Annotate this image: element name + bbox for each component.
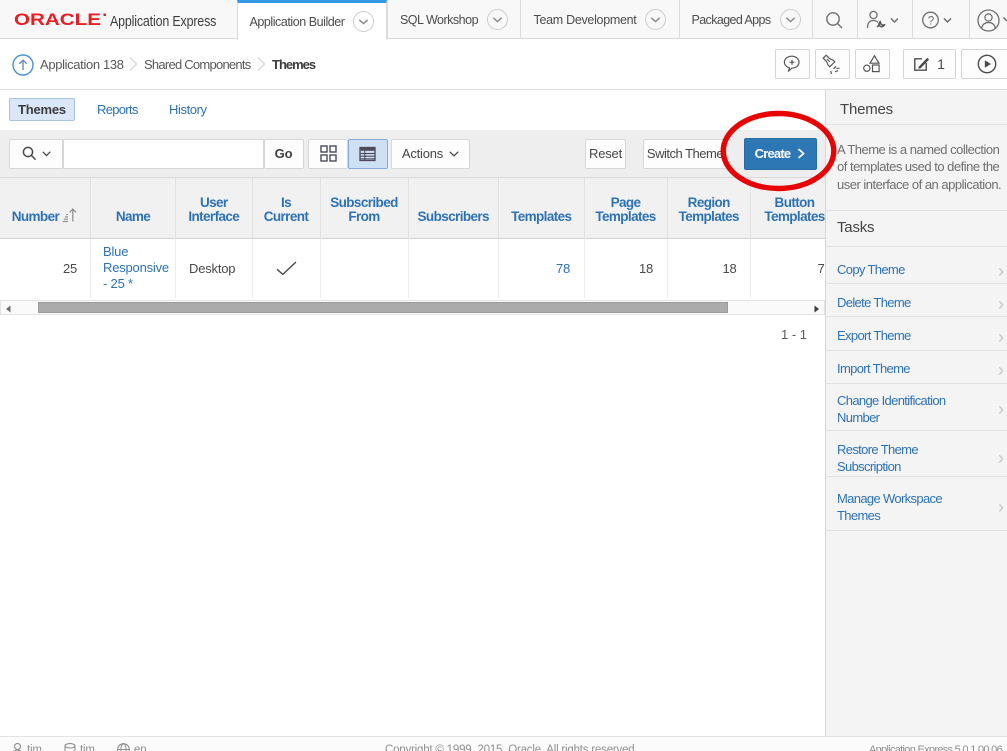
svg-text:ORACLE: ORACLE — [14, 13, 101, 28]
svg-text:?: ? — [928, 15, 934, 27]
